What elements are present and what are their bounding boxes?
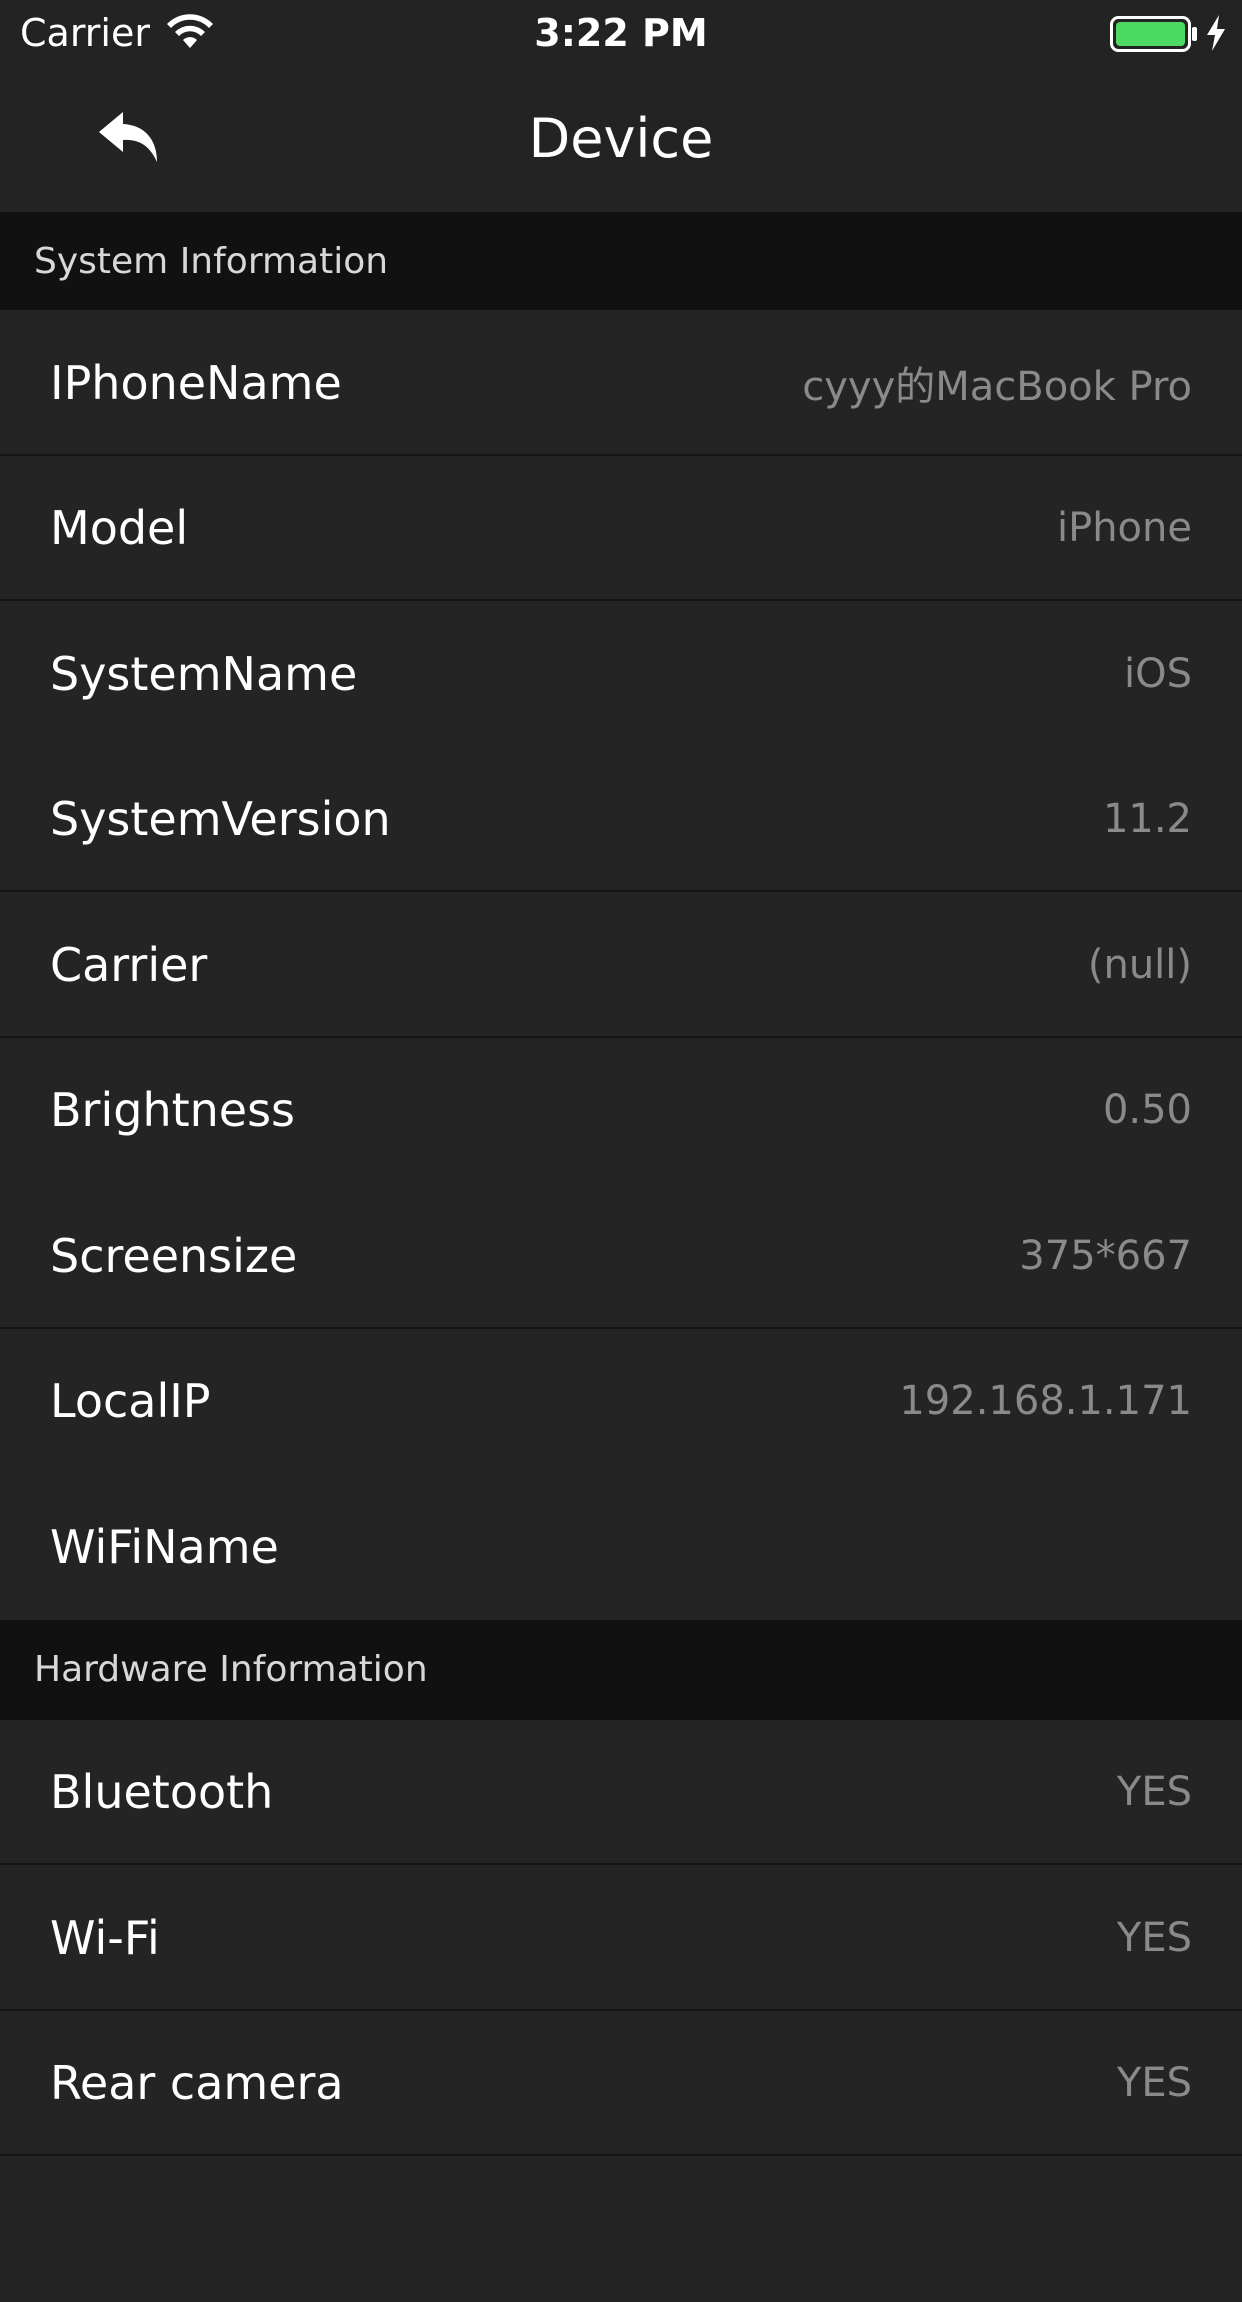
table-row-localip[interactable]: LocalIP 192.168.1.171 bbox=[0, 1328, 1242, 1474]
table-row-carrier[interactable]: Carrier (null) bbox=[0, 892, 1242, 1038]
row-value: 375*667 bbox=[1019, 1232, 1192, 1279]
page-title: Device bbox=[528, 107, 714, 170]
table-row-partial[interactable] bbox=[0, 2156, 1242, 2302]
row-value: iOS bbox=[1124, 650, 1192, 697]
row-label: Bluetooth bbox=[50, 1765, 274, 1820]
table-row-iphonename[interactable]: IPhoneName cyyy的MacBook Pro bbox=[0, 310, 1242, 456]
row-value: cyyy的MacBook Pro bbox=[802, 363, 1192, 410]
row-label: Wi-Fi bbox=[50, 1910, 160, 1965]
table-row-wifi[interactable]: Wi-Fi YES bbox=[0, 1865, 1242, 2011]
row-label: SystemName bbox=[50, 646, 358, 701]
row-value: YES bbox=[1116, 2060, 1192, 2107]
row-label: Model bbox=[50, 501, 189, 556]
row-label: Rear camera bbox=[50, 2056, 344, 2111]
row-label: LocalIP bbox=[50, 1374, 211, 1429]
table-row-brightness[interactable]: Brightness 0.50 bbox=[0, 1037, 1242, 1183]
device-info-table: System Information IPhoneName cyyy的MacBo… bbox=[0, 212, 1242, 2302]
table-row-wifiname[interactable]: WiFiName bbox=[0, 1474, 1242, 1620]
status-bar: Carrier 3:22 PM bbox=[0, 0, 1242, 66]
row-value: 0.50 bbox=[1102, 1087, 1192, 1134]
navigation-bar: Device bbox=[0, 66, 1242, 212]
row-label: Brightness bbox=[50, 1083, 296, 1138]
table-row-model[interactable]: Model iPhone bbox=[0, 455, 1242, 601]
row-label: WiFiName bbox=[50, 1519, 279, 1574]
row-value: (null) bbox=[1087, 941, 1192, 988]
section-header-hardware: Hardware Information bbox=[0, 1619, 1242, 1720]
row-label: IPhoneName bbox=[50, 355, 342, 410]
battery-icon bbox=[1110, 16, 1197, 52]
table-row-screensize[interactable]: Screensize 375*667 bbox=[0, 1183, 1242, 1329]
row-value: iPhone bbox=[1056, 505, 1192, 552]
row-label: Screensize bbox=[50, 1228, 298, 1283]
row-label: Carrier bbox=[50, 937, 208, 992]
table-row-systemname[interactable]: SystemName iOS bbox=[0, 601, 1242, 747]
row-value: 192.168.1.171 bbox=[899, 1378, 1192, 1425]
table-row-systemversion[interactable]: SystemVersion 11.2 bbox=[0, 746, 1242, 892]
row-value: YES bbox=[1116, 1914, 1192, 1961]
charging-bolt-icon bbox=[1207, 15, 1225, 51]
section-header-system: System Information bbox=[0, 212, 1242, 310]
row-value: YES bbox=[1116, 1769, 1192, 1816]
row-label: SystemVersion bbox=[50, 792, 391, 847]
row-value: 11.2 bbox=[1102, 796, 1192, 843]
table-row-rear-camera[interactable]: Rear camera YES bbox=[0, 2010, 1242, 2156]
status-time: 3:22 PM bbox=[534, 11, 708, 55]
table-row-bluetooth[interactable]: Bluetooth YES bbox=[0, 1719, 1242, 1865]
